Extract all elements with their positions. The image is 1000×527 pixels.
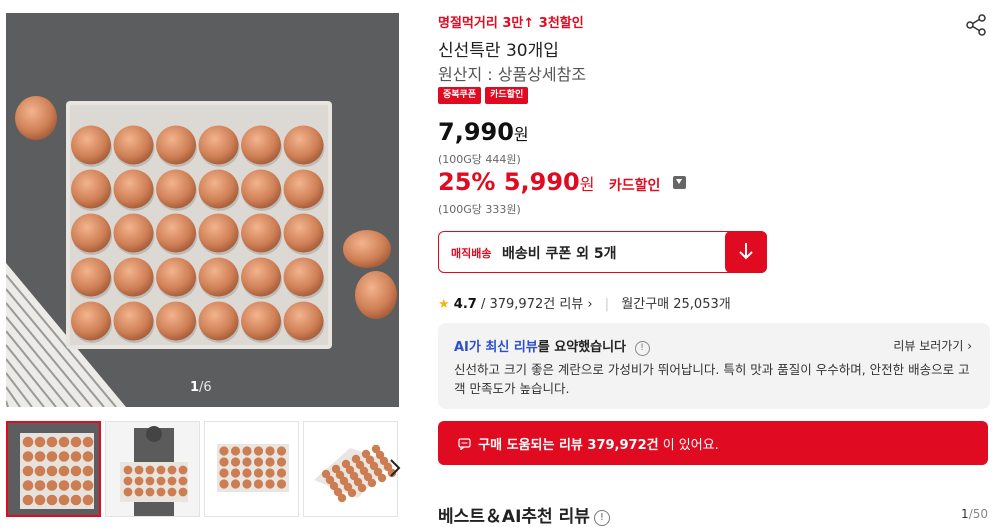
shipping-coupon-box[interactable]: 매직배송 배송비 쿠폰 외 5개 — [438, 231, 767, 273]
image-pager: 1/6 — [190, 380, 212, 395]
arrow-down-icon — [739, 243, 753, 260]
thumbnail-strip — [6, 421, 402, 519]
chevron-right-icon[interactable] — [388, 457, 402, 484]
badge-card-discount: 카드할인 — [485, 87, 529, 104]
chat-icon — [458, 438, 471, 451]
thumbnail-4-image — [304, 422, 397, 516]
shipping-coupon-text: 배송비 쿠폰 외 5개 — [502, 246, 617, 262]
sale-price-row: 25% 5,990원 카드할인 — [438, 168, 686, 196]
star-icon: ★ — [438, 297, 450, 312]
chevron-right-icon: › — [583, 297, 593, 312]
unit-price: (100G당 444원) — [438, 153, 521, 166]
thumbnail-2[interactable] — [105, 421, 200, 517]
thumbnail-3[interactable] — [204, 421, 299, 517]
info-icon[interactable]: ! — [593, 510, 610, 526]
product-info: 명절먹거리 3만↑ 3천할인 신선특란 30개입 원산지 : 상품상세참조 중복… — [438, 0, 990, 527]
thumbnail-4[interactable] — [303, 421, 398, 517]
original-price: 7,990원 — [438, 118, 529, 146]
best-reviews-pager: 1/50 — [961, 507, 988, 521]
badge-coupon: 중복쿠폰 — [438, 87, 482, 104]
rating-row[interactable]: ★ 4.7 / 379,972건 리뷰 › | 월간구매 25,053개 — [438, 293, 731, 312]
product-origin: 원산지 : 상품상세참조 — [438, 65, 587, 84]
sale-unit-price: (100G당 333원) — [438, 203, 521, 216]
main-product-image[interactable]: 1/6 — [6, 13, 399, 407]
egg-tray-photo — [6, 13, 399, 407]
coupon-download-button[interactable] — [725, 231, 767, 273]
thumbnail-2-image — [106, 422, 199, 516]
info-icon[interactable]: ! — [634, 341, 650, 356]
dropdown-info-icon[interactable] — [672, 176, 686, 189]
review-count: / 379,972건 리뷰 — [480, 297, 584, 312]
see-reviews-link[interactable]: 리뷰 보러가기 › — [893, 337, 972, 354]
ai-summary-text: 신선하고 크기 좋은 계란으로 가성비가 뛰어납니다. 특히 맛과 품질이 우수… — [454, 362, 970, 396]
share-icon[interactable] — [964, 13, 988, 37]
discount-rate: 25% — [438, 168, 496, 196]
rating-score: 4.7 — [453, 297, 477, 312]
promo-banner[interactable]: 명절먹거리 3만↑ 3천할인 — [438, 12, 584, 31]
thumbnail-1[interactable] — [6, 421, 101, 517]
helpful-reviews-button[interactable]: 구매 도움되는 리뷰 379,972건 이 있어요. — [438, 421, 988, 465]
card-discount-label: 카드할인 — [608, 178, 661, 194]
magic-delivery-tag: 매직배송 — [451, 247, 492, 260]
sale-price: 5,990 — [503, 168, 580, 196]
ai-summary-heading: AI가 최신 리뷰를 요약했습니다 ! — [454, 336, 650, 356]
thumbnail-1-image — [8, 423, 99, 515]
product-title: 신선특란 30개입 — [438, 41, 559, 61]
monthly-purchase: 월간구매 25,053개 — [621, 297, 731, 312]
badge-list: 중복쿠폰 카드할인 — [438, 87, 529, 104]
best-reviews-title: 베스트＆AI추천 리뷰! — [438, 502, 610, 527]
ai-review-summary: AI가 최신 리뷰를 요약했습니다 ! 리뷰 보러가기 › 신선하고 크기 좋은… — [438, 323, 990, 409]
thumbnail-3-image — [205, 422, 298, 516]
